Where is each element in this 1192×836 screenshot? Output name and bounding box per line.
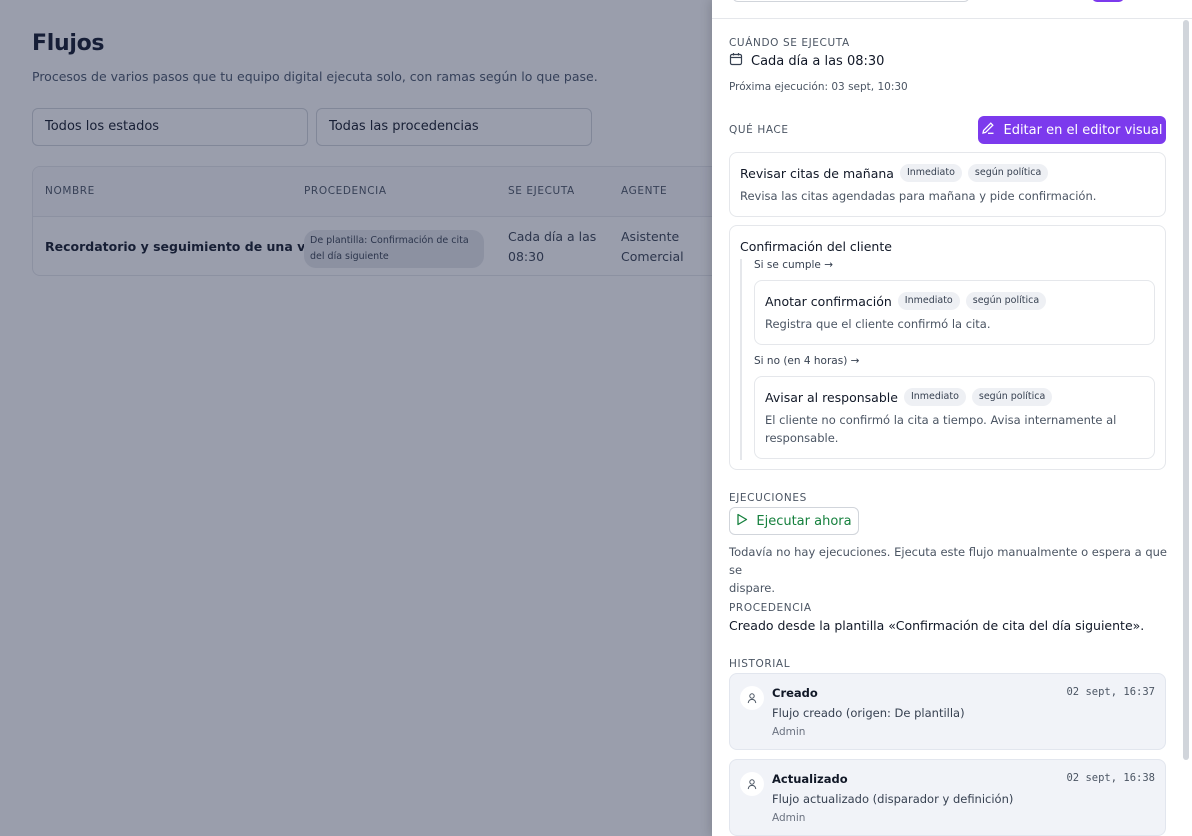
policy-tag: según política (971, 388, 1053, 406)
timing-tag: Inmediato (903, 388, 966, 406)
history-title: Actualizado (772, 772, 848, 786)
schedule-row: Cada día a las 08:30 (729, 52, 884, 70)
drawer-header (712, 0, 1192, 19)
user-icon (740, 686, 764, 710)
runs-empty-state: Todavía no hay ejecuciones. Ejecuta este… (729, 543, 1169, 597)
condition-title: Confirmación del cliente (740, 239, 892, 254)
edit-visual-editor-button[interactable]: Editar en el editor visual (978, 116, 1166, 144)
policy-tag: según política (967, 164, 1049, 182)
history-section-label: HISTORIAL (729, 658, 791, 670)
drawer-title-input[interactable] (732, 0, 970, 2)
origin-text: Creado desde la plantilla «Confirmación … (729, 618, 1145, 633)
history-timestamp: 02 sept, 16:38 (1066, 772, 1155, 784)
pencil-icon (981, 121, 995, 139)
edit-visual-editor-label: Editar en el editor visual (1003, 122, 1163, 138)
calendar-icon (729, 52, 743, 70)
step-title: Anotar confirmación (765, 293, 892, 309)
step-title-row: Avisar al responsable Inmediato según po… (765, 388, 1053, 406)
history-title: Creado (772, 686, 818, 700)
drawer-scrollbar[interactable] (1183, 20, 1189, 760)
branch-yes-step-card[interactable]: Anotar confirmación Inmediato según polí… (754, 280, 1155, 345)
branch-no-step-card[interactable]: Avisar al responsable Inmediato según po… (754, 376, 1155, 459)
step-title: Revisar citas de mañana (740, 165, 894, 181)
history-timestamp: 02 sept, 16:37 (1066, 686, 1155, 698)
schedule-value: Cada día a las 08:30 (751, 53, 885, 69)
branch-no-label: Si no (en 4 horas) → (754, 355, 860, 367)
step-title-row: Anotar confirmación Inmediato según polí… (765, 292, 1047, 310)
origin-section-label: PROCEDENCIA (729, 602, 812, 614)
history-user: Admin (772, 726, 806, 738)
history-user: Admin (772, 812, 806, 824)
step-description: Registra que el cliente confirmó la cita… (765, 317, 991, 331)
step-description-line1: El cliente no confirmó la cita a tiempo.… (765, 413, 1117, 427)
runs-empty-line2: dispare. (729, 581, 776, 595)
when-section-label: CUÁNDO SE EJECUTA (729, 37, 850, 49)
timing-tag: Inmediato (899, 164, 962, 182)
run-now-label: Ejecutar ahora (756, 513, 852, 529)
next-run: Próxima ejecución: 03 sept, 10:30 (729, 81, 908, 93)
step-title-row: Revisar citas de mañana Inmediato según … (740, 164, 1049, 182)
history-text: Flujo creado (origen: De plantilla) (772, 706, 965, 720)
runs-empty-line1: Todavía no hay ejecuciones. Ejecuta este… (729, 545, 1167, 577)
history-item: Creado Flujo creado (origen: De plantill… (729, 673, 1166, 750)
policy-tag: según política (965, 292, 1047, 310)
modal-backdrop[interactable] (0, 0, 712, 836)
branch-yes-label: Si se cumple → (754, 259, 834, 271)
run-now-button[interactable]: Ejecutar ahora (729, 507, 859, 535)
timing-tag: Inmediato (897, 292, 960, 310)
step-card[interactable]: Revisar citas de mañana Inmediato según … (729, 152, 1166, 217)
flow-detail-drawer: CUÁNDO SE EJECUTA Cada día a las 08:30 P… (712, 0, 1192, 836)
play-icon (736, 513, 748, 530)
condition-card[interactable]: Confirmación del cliente Si se cumple → … (729, 225, 1166, 470)
history-item: Actualizado Flujo actualizado (disparado… (729, 759, 1166, 836)
user-icon (740, 772, 764, 796)
what-section-label: QUÉ HACE (729, 124, 789, 136)
branch-connector (740, 259, 742, 460)
step-description-line2: responsable. (765, 431, 839, 445)
step-title: Avisar al responsable (765, 389, 898, 405)
step-description: Revisa las citas agendadas para mañana y… (740, 189, 1097, 203)
history-text: Flujo actualizado (disparador y definici… (772, 792, 1014, 806)
drawer-header-button[interactable] (1092, 0, 1124, 2)
runs-section-label: EJECUCIONES (729, 492, 807, 504)
